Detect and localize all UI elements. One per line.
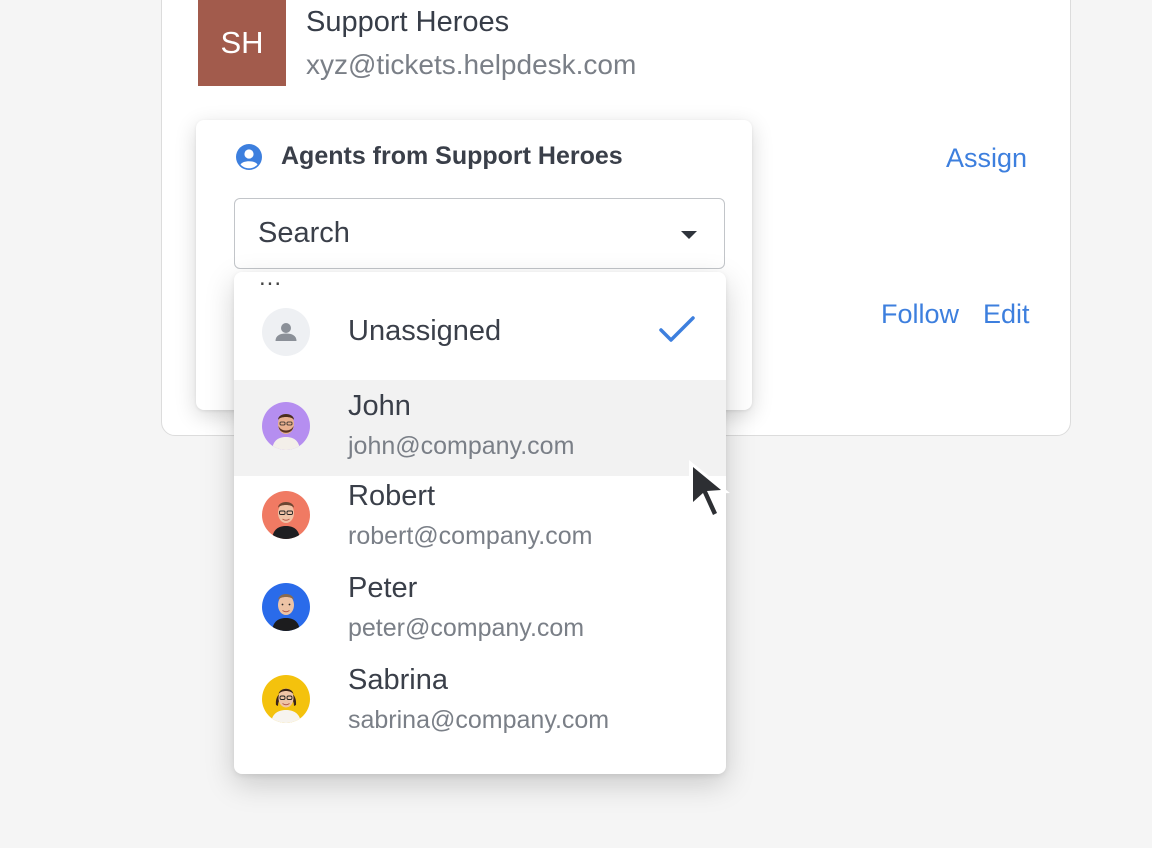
person-icon [275, 323, 297, 341]
agent-name: Peter [348, 572, 418, 604]
agent-email: robert@company.com [348, 522, 593, 550]
peter-avatar-image [262, 583, 310, 631]
agent-name: John [348, 390, 411, 422]
agents-dropdown: ... Unassigned John john@company.com Rob… [234, 264, 726, 774]
caret-down-icon [681, 231, 697, 239]
option-unassigned[interactable]: Unassigned [234, 285, 726, 379]
option-agent-sabrina[interactable]: Sabrina sabrina@company.com [234, 656, 726, 748]
option-agent-robert[interactable]: Robert robert@company.com [234, 472, 726, 564]
agent-email: john@company.com [348, 432, 575, 460]
agent-name: Sabrina [348, 664, 448, 696]
agent-email: sabrina@company.com [348, 706, 610, 734]
sabrina-avatar-image [262, 675, 310, 723]
agent-email: peter@company.com [348, 614, 585, 642]
avatar [262, 675, 310, 723]
robert-avatar-image [262, 491, 310, 539]
option-agent-peter[interactable]: Peter peter@company.com [234, 564, 726, 656]
follow-link[interactable]: Follow [881, 299, 959, 330]
company-name: Support Heroes [306, 6, 510, 38]
avatar [262, 491, 310, 539]
user-circle-icon [236, 144, 262, 170]
avatar [262, 583, 310, 631]
unassigned-label: Unassigned [348, 315, 502, 347]
company-initials: SH [220, 25, 264, 60]
checkmark-icon [659, 316, 695, 342]
edit-link[interactable]: Edit [983, 299, 1030, 330]
agent-name: Robert [348, 480, 436, 512]
search-value: Search [258, 217, 350, 249]
unassigned-avatar [262, 308, 310, 356]
agent-search-select[interactable]: Search [234, 198, 725, 269]
company-avatar: SH [198, 0, 286, 86]
john-avatar-image [262, 402, 310, 450]
mouse-pointer-icon [689, 460, 730, 521]
panel-title: Agents from Support Heroes [281, 142, 623, 170]
option-agent-john[interactable]: John john@company.com [234, 380, 726, 476]
assign-link[interactable]: Assign [946, 143, 1027, 174]
avatar [262, 402, 310, 450]
company-email: xyz@tickets.helpdesk.com [306, 49, 637, 80]
